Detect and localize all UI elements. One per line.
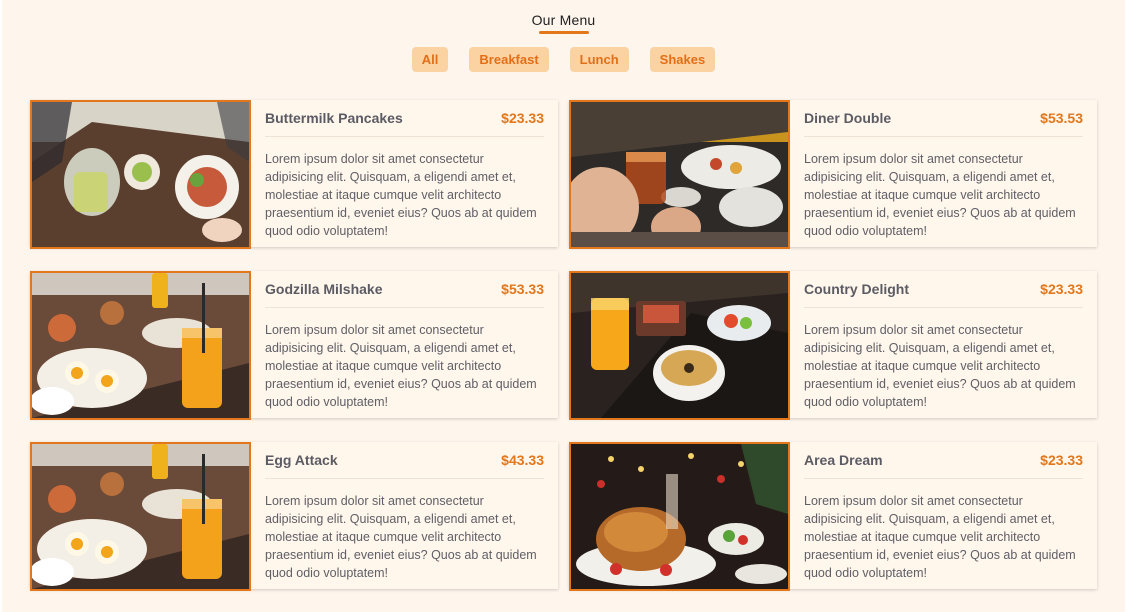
dish-name: Godzilla Milshake bbox=[265, 281, 383, 297]
dish-price: $23.33 bbox=[501, 110, 544, 126]
menu-item-card: Egg Attack $43.33 Lorem ipsum dolor sit … bbox=[30, 442, 558, 591]
menu-item-card: Area Dream $23.33 Lorem ipsum dolor sit … bbox=[569, 442, 1097, 591]
filter-shakes-button[interactable]: Shakes bbox=[649, 47, 716, 72]
dish-description: Lorem ipsum dolor sit amet consectetur a… bbox=[804, 323, 1076, 409]
menu-item-card: Diner Double $53.53 Lorem ipsum dolor si… bbox=[569, 100, 1097, 249]
menu-item-header: Buttermilk Pancakes $23.33 bbox=[265, 100, 544, 137]
dish-name: Country Delight bbox=[804, 281, 909, 297]
roast-chicken-photo bbox=[569, 442, 790, 591]
filter-all-button[interactable]: All bbox=[411, 47, 449, 72]
menu-item-card: Country Delight $23.33 Lorem ipsum dolor… bbox=[569, 271, 1097, 420]
dish-price: $23.33 bbox=[1040, 452, 1083, 468]
menu-item-header: Godzilla Milshake $53.33 bbox=[265, 271, 544, 308]
filter-bar: All Breakfast Lunch Shakes bbox=[2, 47, 1125, 72]
menu-item-header: Egg Attack $43.33 bbox=[265, 442, 544, 479]
dish-price: $43.33 bbox=[501, 452, 544, 468]
menu-item-info: Egg Attack $43.33 Lorem ipsum dolor sit … bbox=[251, 442, 558, 589]
menu-item-info: Godzilla Milshake $53.33 Lorem ipsum dol… bbox=[251, 271, 558, 418]
menu-item-info: Buttermilk Pancakes $23.33 Lorem ipsum d… bbox=[251, 100, 558, 247]
dish-name: Area Dream bbox=[804, 452, 883, 468]
dish-description: Lorem ipsum dolor sit amet consectetur a… bbox=[804, 494, 1076, 580]
menu-item-info: Area Dream $23.33 Lorem ipsum dolor sit … bbox=[790, 442, 1097, 589]
soup-juice-photo bbox=[569, 271, 790, 420]
title-underline bbox=[538, 31, 589, 34]
pancakes-table-photo bbox=[30, 100, 251, 249]
menu-item-header: Diner Double $53.53 bbox=[804, 100, 1083, 137]
menu-item-info: Country Delight $23.33 Lorem ipsum dolor… bbox=[790, 271, 1097, 418]
dish-description: Lorem ipsum dolor sit amet consectetur a… bbox=[265, 152, 537, 238]
filter-lunch-button[interactable]: Lunch bbox=[569, 47, 629, 72]
breakfast-spread-photo bbox=[30, 271, 251, 420]
dish-description: Lorem ipsum dolor sit amet consectetur a… bbox=[265, 494, 537, 580]
dish-name: Buttermilk Pancakes bbox=[265, 110, 403, 126]
dish-name: Diner Double bbox=[804, 110, 892, 126]
menu-item-info: Diner Double $53.53 Lorem ipsum dolor si… bbox=[790, 100, 1097, 247]
dish-price: $53.53 bbox=[1040, 110, 1083, 126]
menu-page: Our Menu All Breakfast Lunch Shakes Butt… bbox=[2, 0, 1125, 612]
menu-item-card: Buttermilk Pancakes $23.33 Lorem ipsum d… bbox=[30, 100, 558, 249]
dish-price: $53.33 bbox=[501, 281, 544, 297]
menu-item-header: Area Dream $23.33 bbox=[804, 442, 1083, 479]
menu-header: Our Menu bbox=[2, 12, 1125, 34]
dish-description: Lorem ipsum dolor sit amet consectetur a… bbox=[804, 152, 1076, 238]
menu-item-card: Godzilla Milshake $53.33 Lorem ipsum dol… bbox=[30, 271, 558, 420]
dish-name: Egg Attack bbox=[265, 452, 338, 468]
tea-glass-photo bbox=[569, 100, 790, 249]
dish-description: Lorem ipsum dolor sit amet consectetur a… bbox=[265, 323, 537, 409]
menu-item-header: Country Delight $23.33 bbox=[804, 271, 1083, 308]
dish-price: $23.33 bbox=[1040, 281, 1083, 297]
page-title: Our Menu bbox=[531, 12, 596, 28]
menu-grid: Buttermilk Pancakes $23.33 Lorem ipsum d… bbox=[30, 100, 1098, 591]
breakfast-spread-photo bbox=[30, 442, 251, 591]
filter-breakfast-button[interactable]: Breakfast bbox=[469, 47, 549, 72]
